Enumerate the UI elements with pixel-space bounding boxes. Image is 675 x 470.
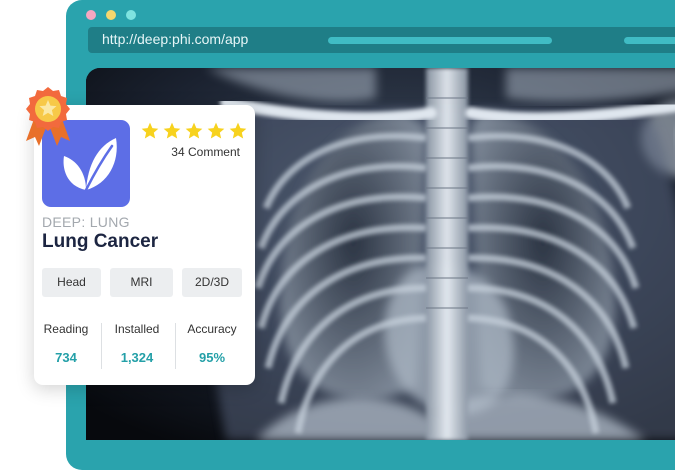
stat-label-accuracy: Accuracy <box>187 322 237 336</box>
toolbar-placeholder-bar-small <box>624 37 675 44</box>
stat-value-accuracy: 95% <box>198 350 226 365</box>
stat-value-installed: 1,324 <box>120 350 154 365</box>
close-dot[interactable] <box>86 10 96 20</box>
url-text: http://deep:phi.com/app <box>102 31 249 47</box>
toolbar-placeholder-bar <box>328 37 552 44</box>
comment-count[interactable]: 34 Comment <box>140 145 240 159</box>
stat-label-reading: Reading <box>43 322 89 336</box>
maximize-dot[interactable] <box>126 10 136 20</box>
star-icon <box>185 122 203 139</box>
app-title: Lung Cancer <box>42 231 159 252</box>
app-subtitle: DEEP: LUNG <box>42 214 130 230</box>
star-icon <box>207 122 225 139</box>
rating-stars <box>140 121 248 141</box>
award-medal-icon <box>26 87 70 146</box>
window-controls <box>86 10 136 20</box>
tag-2d3d[interactable]: 2D/3D <box>182 268 242 297</box>
stat-value-reading: 734 <box>55 350 77 365</box>
star-icon <box>163 122 181 139</box>
star-icon <box>141 122 159 139</box>
tag-head[interactable]: Head <box>42 268 101 297</box>
star-icon <box>229 122 247 139</box>
address-bar[interactable]: http://deep:phi.com/app <box>88 27 675 53</box>
tag-mri[interactable]: MRI <box>110 268 173 297</box>
minimize-dot[interactable] <box>106 10 116 20</box>
stat-label-installed: Installed <box>114 322 160 336</box>
